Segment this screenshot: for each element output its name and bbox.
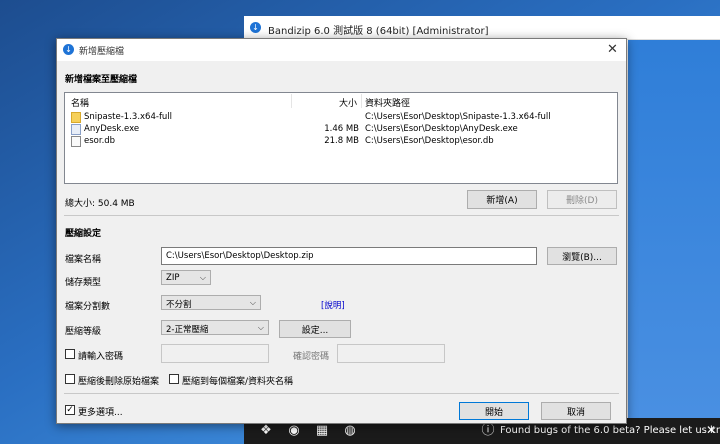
bandizip-logo-icon: ↓ — [63, 44, 74, 55]
info-icon: ⓘ — [481, 423, 495, 438]
list-item[interactable]: AnyDesk.exe 1.46 MB C:\Users\Esor\Deskto… — [65, 124, 617, 136]
password-checkbox[interactable] — [65, 349, 75, 359]
total-size: 總大小: 50.4 MB — [65, 199, 135, 209]
dropbox-icon[interactable]: ❖ — [258, 423, 274, 439]
compression-level-label: 壓縮等級 — [65, 327, 102, 337]
add-files-section-title: 新增檔案至壓縮檔 — [65, 75, 138, 85]
file-name: AnyDesk.exe — [84, 124, 140, 134]
file-path: C:\Users\Esor\Desktop\Snipaste-1.3.x64-f… — [365, 112, 551, 122]
split-select[interactable]: 不分割 ⌵ — [161, 295, 261, 310]
column-header-size[interactable]: 大小 — [339, 96, 357, 109]
more-options-checkbox-label[interactable]: 更多選項... — [78, 405, 123, 418]
exe-file-icon — [71, 124, 81, 135]
delete-after-checkbox[interactable] — [65, 374, 75, 384]
file-name: esor.db — [84, 136, 116, 146]
record-icon[interactable]: ◉ — [286, 423, 302, 439]
compression-level-select[interactable]: 2-正常壓縮 ⌵ — [161, 320, 269, 335]
folder-icon — [71, 112, 81, 123]
close-icon[interactable]: ✕ — [607, 42, 618, 57]
file-path: C:\Users\Esor\Desktop\AnyDesk.exe — [365, 124, 518, 134]
start-button[interactable]: 開始 — [459, 402, 529, 420]
bandizip-logo-icon: ↓ — [250, 22, 261, 33]
add-button[interactable]: 新增(A) — [467, 190, 537, 209]
filename-input[interactable]: C:\Users\Esor\Desktop\Desktop.zip — [161, 247, 537, 265]
file-list[interactable]: 名稱 大小 資料夾路徑 Snipaste-1.3.x64-full C:\Use… — [64, 92, 618, 184]
file-size: 1.46 MB — [324, 124, 359, 134]
level-settings-button[interactable]: 設定... — [279, 320, 351, 338]
filename-label: 檔案名稱 — [65, 255, 102, 265]
format-value: ZIP — [166, 273, 180, 283]
delete-button[interactable]: 刪除(D) — [547, 190, 617, 209]
split-value: 不分割 — [166, 300, 192, 310]
password-checkbox-label[interactable]: 請輸入密碼 — [78, 349, 123, 362]
notification-close-icon[interactable]: ✕ — [706, 423, 716, 437]
chevron-down-icon: ⌵ — [249, 298, 256, 307]
split-label: 檔案分割數 — [65, 302, 111, 312]
confirm-password-input[interactable] — [337, 344, 445, 363]
list-item[interactable]: esor.db 21.8 MB C:\Users\Esor\Desktop\es… — [65, 136, 617, 148]
list-item[interactable]: Snipaste-1.3.x64-full C:\Users\Esor\Desk… — [65, 112, 617, 124]
notification-text[interactable]: Found bugs of the 6.0 beta? Please let u… — [500, 425, 720, 436]
each-file-checkbox[interactable] — [169, 374, 179, 384]
new-archive-dialog: ↓ 新增壓縮檔 ✕ 新增檔案至壓縮檔 名稱 大小 資料夾路徑 Snipaste-… — [56, 38, 627, 424]
delete-after-checkbox-label[interactable]: 壓縮後刪除原始檔案 — [78, 374, 159, 387]
dialog-title: 新增壓縮檔 — [79, 47, 125, 57]
format-select[interactable]: ZIP ⌵ — [161, 270, 211, 285]
compression-level-value: 2-正常壓縮 — [166, 325, 209, 335]
browse-button[interactable]: 瀏覽(B)... — [547, 247, 617, 265]
chevron-down-icon: ⌵ — [257, 323, 264, 332]
compression-settings-title: 壓縮設定 — [65, 229, 102, 239]
more-options-checkbox[interactable]: ✓ — [65, 405, 75, 415]
column-header-name[interactable]: 名稱 — [71, 96, 89, 109]
file-size: 21.8 MB — [324, 136, 359, 146]
confirm-password-label: 確認密碼 — [293, 352, 330, 362]
file-name: Snipaste-1.3.x64-full — [84, 112, 173, 122]
file-path: C:\Users\Esor\Desktop\esor.db — [365, 136, 494, 146]
dialog-titlebar[interactable]: ↓ 新增壓縮檔 ✕ — [57, 39, 626, 61]
divider — [64, 393, 619, 394]
column-divider[interactable] — [291, 94, 292, 108]
chrome-icon[interactable]: ◍ — [342, 423, 358, 439]
db-file-icon — [71, 136, 81, 147]
column-divider[interactable] — [361, 94, 362, 108]
background-titlebar[interactable]: ↓ Bandizip 6.0 測試版 8 (64bit) [Administra… — [244, 16, 720, 40]
help-link[interactable]: [說明] — [321, 299, 345, 311]
format-label: 儲存類型 — [65, 278, 102, 288]
cancel-button[interactable]: 取消 — [541, 402, 611, 420]
each-file-checkbox-label[interactable]: 壓縮到每個檔案/資料夾名稱 — [182, 374, 293, 387]
chevron-down-icon: ⌵ — [199, 273, 206, 282]
desktop-wallpaper — [628, 40, 720, 426]
film-icon[interactable]: ▦ — [314, 423, 330, 439]
background-window-title: Bandizip 6.0 測試版 8 (64bit) [Administrato… — [268, 26, 489, 37]
password-input[interactable] — [161, 344, 269, 363]
column-header-path[interactable]: 資料夾路徑 — [365, 96, 410, 109]
divider — [64, 215, 619, 216]
